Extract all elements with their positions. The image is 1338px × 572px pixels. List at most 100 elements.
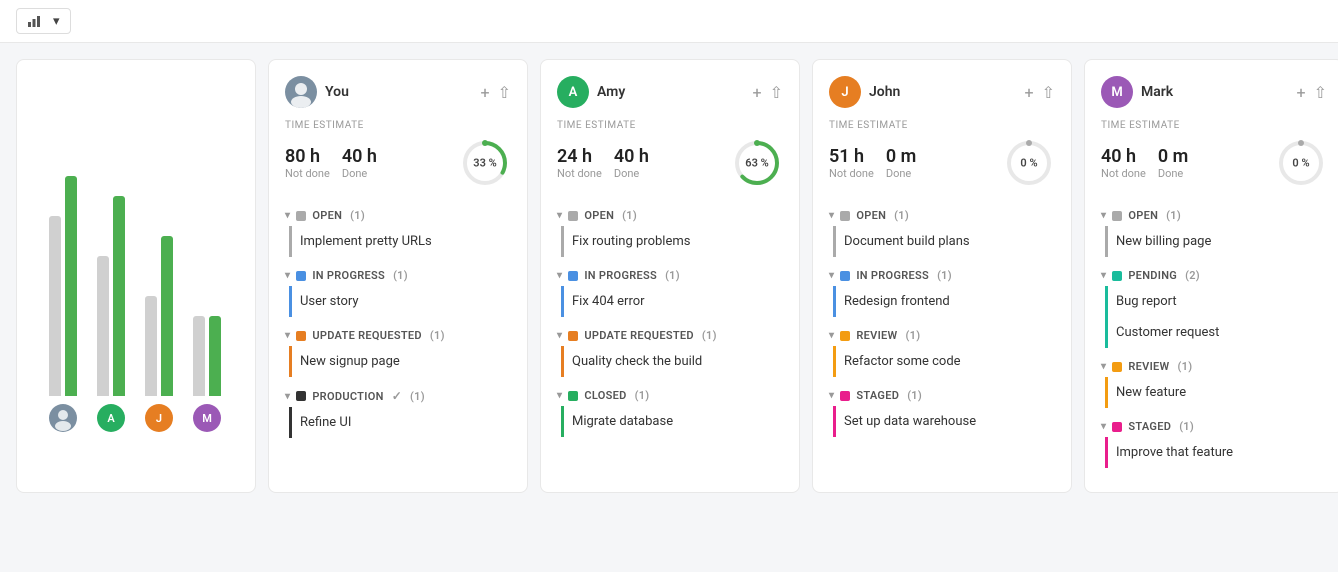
progress-text: 63 %: [745, 157, 768, 170]
task-item[interactable]: Customer request: [1105, 317, 1327, 348]
group-header[interactable]: ▾OPEN(1): [1101, 205, 1327, 226]
avatar: A: [557, 76, 589, 108]
group-header[interactable]: ▾UPDATE REQUESTED(1): [285, 325, 511, 346]
status-dot: [568, 211, 578, 221]
task-item[interactable]: Improve that feature: [1105, 437, 1327, 468]
task-item[interactable]: New signup page: [289, 346, 511, 377]
time-estimate-section: TIME ESTIMATE40 hNot done0 mDone 0 %: [1101, 120, 1327, 189]
te-not-done: 24 hNot done: [557, 146, 602, 180]
task-item[interactable]: Migrate database: [561, 406, 783, 437]
bar-container: [193, 96, 221, 396]
count-badge: (1): [665, 269, 680, 282]
group-header[interactable]: ▾STAGED(1): [1101, 416, 1327, 437]
task-group: ▾REVIEW(1)New feature: [1101, 356, 1327, 408]
group-header[interactable]: ▾STAGED(1): [829, 385, 1055, 406]
task-group: ▾REVIEW(1)Refactor some code: [829, 325, 1055, 377]
task-item[interactable]: User story: [289, 286, 511, 317]
group-header[interactable]: ▾IN PROGRESS(1): [557, 265, 783, 286]
add-icon[interactable]: +: [753, 83, 762, 102]
te-done-label: Done: [886, 167, 916, 180]
task-item[interactable]: New feature: [1105, 377, 1327, 408]
main-content: AJM You+⇧TIME ESTIMATE80 hNot done40 hDo…: [0, 43, 1338, 509]
status-label: STAGED: [1128, 420, 1171, 433]
collapse-icon[interactable]: ⇧: [1042, 83, 1055, 102]
status-label: UPDATE REQUESTED: [312, 329, 422, 342]
user-info: A Amy: [557, 76, 625, 108]
task-item[interactable]: Document build plans: [833, 226, 1055, 257]
te-done-label: Done: [342, 167, 377, 180]
add-icon[interactable]: +: [1025, 83, 1034, 102]
task-group: ▾UPDATE REQUESTED(1)Quality check the bu…: [557, 325, 783, 377]
te-not-done: 40 hNot done: [1101, 146, 1146, 180]
user-name: Mark: [1141, 84, 1173, 100]
collapse-icon[interactable]: ⇧: [770, 83, 783, 102]
group-header[interactable]: ▾REVIEW(1): [1101, 356, 1327, 377]
chevron-icon: ▾: [829, 210, 834, 221]
te-not-done-value: 80 h: [285, 146, 330, 167]
group-header[interactable]: ▾IN PROGRESS(1): [285, 265, 511, 286]
column-header: M Mark + ⇧: [1101, 76, 1327, 108]
avatar: [285, 76, 317, 108]
task-item[interactable]: Implement pretty URLs: [289, 226, 511, 257]
group-header[interactable]: ▾PENDING(2): [1101, 265, 1327, 286]
te-done: 40 hDone: [342, 146, 377, 180]
status-dot: [568, 331, 578, 341]
task-item[interactable]: Set up data warehouse: [833, 406, 1055, 437]
user-name: Amy: [597, 84, 625, 100]
te-row: 51 hNot done0 mDone 0 %: [829, 137, 1055, 189]
te-done-label: Done: [614, 167, 649, 180]
task-item[interactable]: Quality check the build: [561, 346, 783, 377]
user-column-mark: M Mark + ⇧ TIME ESTIMATE40 hNot done0 mDone …: [1084, 59, 1338, 493]
status-label: IN PROGRESS: [856, 269, 929, 282]
task-item[interactable]: Bug report: [1105, 286, 1327, 317]
task-item[interactable]: Fix routing problems: [561, 226, 783, 257]
add-icon[interactable]: +: [1297, 83, 1306, 102]
chevron-icon: ▾: [829, 330, 834, 341]
status-label: OPEN: [1128, 209, 1158, 222]
group-header[interactable]: ▾PRODUCTION✓(1): [285, 385, 511, 407]
group-header[interactable]: ▾OPEN(1): [829, 205, 1055, 226]
workload-panel: AJM: [16, 59, 256, 493]
task-item[interactable]: New billing page: [1105, 226, 1327, 257]
task-group: ▾IN PROGRESS(1)Fix 404 error: [557, 265, 783, 317]
group-header[interactable]: ▾IN PROGRESS(1): [829, 265, 1055, 286]
count-badge: (1): [1178, 360, 1193, 373]
user-column-you: You+⇧TIME ESTIMATE80 hNot done40 hDone 3…: [268, 59, 528, 493]
task-item[interactable]: Fix 404 error: [561, 286, 783, 317]
group-header[interactable]: ▾CLOSED(1): [557, 385, 783, 406]
task-item[interactable]: Refine UI: [289, 407, 511, 438]
chevron-down-icon: ▾: [53, 13, 60, 29]
status-dot: [296, 271, 306, 281]
te-row: 40 hNot done0 mDone 0 %: [1101, 137, 1327, 189]
group-header[interactable]: ▾UPDATE REQUESTED(1): [557, 325, 783, 346]
collapse-icon[interactable]: ⇧: [1314, 83, 1327, 102]
bar-gray: [145, 296, 157, 396]
avatar: M: [1101, 76, 1133, 108]
collapse-icon[interactable]: ⇧: [498, 83, 511, 102]
group-header[interactable]: ▾OPEN(1): [285, 205, 511, 226]
chevron-icon: ▾: [285, 210, 290, 221]
task-group: ▾IN PROGRESS(1)Redesign frontend: [829, 265, 1055, 317]
te-done: 0 mDone: [886, 146, 916, 180]
group-header[interactable]: ▾REVIEW(1): [829, 325, 1055, 346]
bar-container: [49, 96, 77, 396]
status-label: IN PROGRESS: [312, 269, 385, 282]
column-header: JJohn+⇧: [829, 76, 1055, 108]
count-badge: (1): [907, 389, 922, 402]
te-label: TIME ESTIMATE: [829, 120, 1055, 131]
chevron-icon: ▾: [557, 210, 562, 221]
status-label: UPDATE REQUESTED: [584, 329, 694, 342]
count-badge: (2): [1185, 269, 1200, 282]
chart-area: AJM: [33, 92, 239, 432]
user-columns: You+⇧TIME ESTIMATE80 hNot done40 hDone 3…: [268, 59, 1338, 493]
workload-button[interactable]: ▾: [16, 8, 71, 34]
header-actions: +⇧: [753, 83, 783, 102]
te-not-done-label: Not done: [1101, 167, 1146, 180]
group-header[interactable]: ▾OPEN(1): [557, 205, 783, 226]
chart-icon: [27, 14, 41, 28]
chevron-icon: ▾: [285, 391, 290, 402]
task-item[interactable]: Redesign frontend: [833, 286, 1055, 317]
status-label: OPEN: [312, 209, 342, 222]
add-icon[interactable]: +: [481, 83, 490, 102]
task-item[interactable]: Refactor some code: [833, 346, 1055, 377]
